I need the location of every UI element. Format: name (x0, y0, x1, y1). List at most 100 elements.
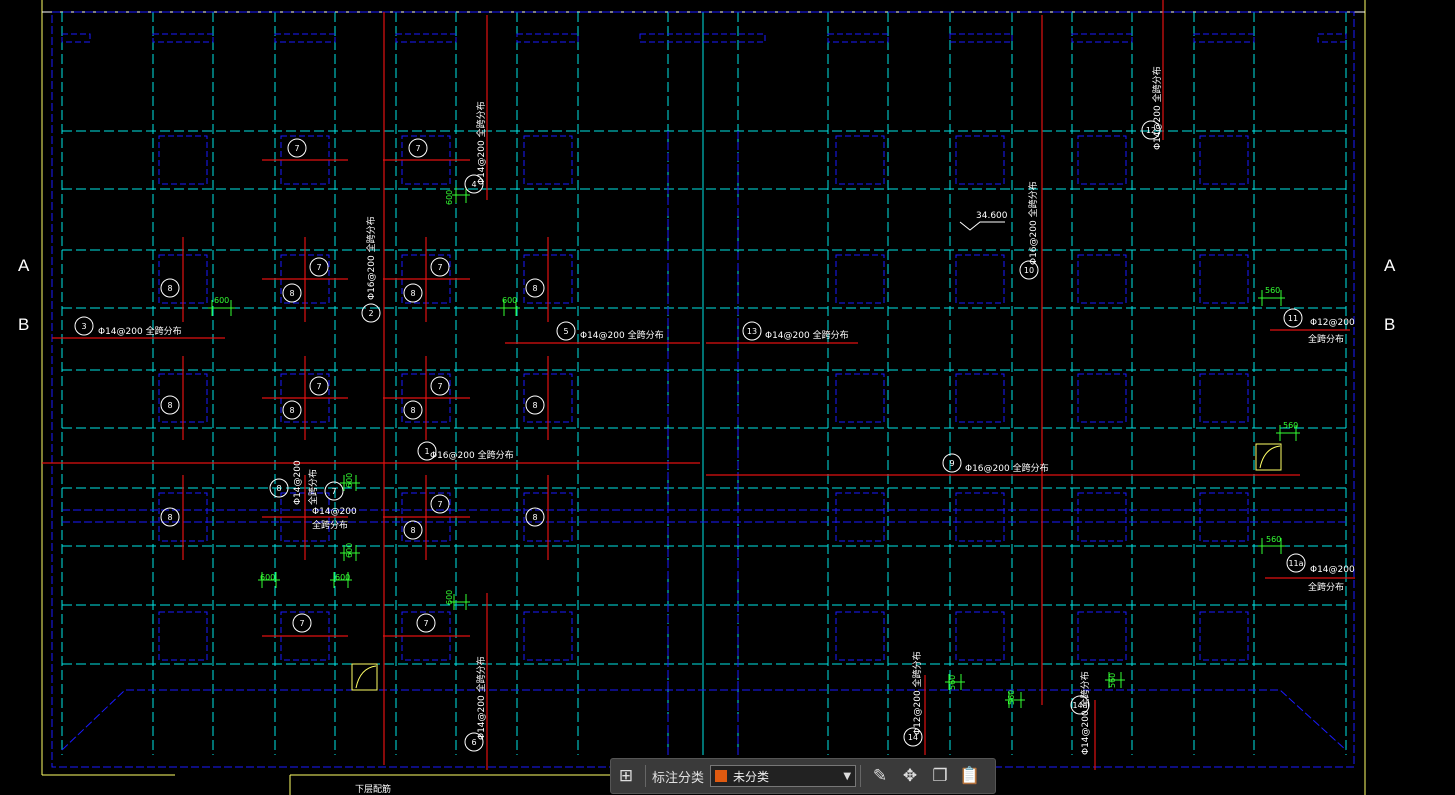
rebar-note-6: Φ14@200 全跨分布 (475, 656, 487, 740)
cad-drawing-canvas[interactable]: 7 77 77 7777 788 8888 8888881234569101111a1213… (0, 0, 1455, 795)
rebar-note-1: Φ16@200 全跨分布 (430, 449, 514, 461)
beam-cap (1071, 33, 1133, 43)
marker-label: 8 (532, 513, 537, 522)
column-pad (1199, 135, 1249, 185)
marker-label: 8 (289, 289, 294, 298)
column-pad (1199, 254, 1249, 304)
grid-icon[interactable]: ⊞ (611, 762, 641, 790)
rebar-note-2: Φ16@200 全跨分布 (365, 216, 377, 300)
rebar-note-small-c: Φ14@200 (312, 507, 357, 517)
section-label-b-left: B (18, 315, 30, 334)
beam-cap (516, 33, 579, 43)
rebar-markers: 7 77 77 7777 788 8888 8888881234569101111a1213… (74, 120, 1306, 752)
marker-label: 8 (532, 284, 537, 293)
marker-label: 7 (299, 619, 304, 628)
rebar-note-14a: Φ14@200 全跨分布 (1079, 671, 1091, 755)
column-pad (158, 611, 208, 661)
marker-label: 8 (276, 484, 281, 493)
marker-label: 7 (316, 263, 321, 272)
category-color-swatch (715, 770, 728, 782)
category-value: 未分类 (733, 769, 770, 784)
marker-label: 9 (949, 459, 954, 468)
marker-label: 7 (423, 619, 428, 628)
rebar-note-4: Φ14@200 全跨分布 (475, 101, 487, 185)
dim-560-b: 560 (1283, 421, 1298, 430)
column-pad (955, 611, 1005, 661)
marker-label: 7 (294, 144, 299, 153)
marker-label: 7 (437, 382, 442, 391)
toolbar-divider (645, 765, 646, 787)
rebar-note-12: Φ14@200 全跨分布 (1151, 66, 1163, 150)
copy-icon[interactable]: ❐ (925, 762, 955, 790)
column-pad (1077, 135, 1127, 185)
toolbar-divider (860, 765, 862, 787)
marker-label: 1 (424, 447, 429, 456)
column-pad (523, 135, 573, 185)
beam-cap (949, 33, 1013, 43)
column-pad (1199, 492, 1249, 542)
column-pad (1077, 373, 1127, 423)
rebar-note-10: Φ16@200 全跨分布 (1027, 181, 1039, 265)
beam-cap (152, 33, 214, 43)
marker-label: 6 (471, 738, 476, 747)
category-select[interactable]: 未分类 ▼ (710, 765, 857, 787)
dim-600-h: 600 (445, 590, 454, 605)
move-icon[interactable]: ✥ (895, 762, 925, 790)
column-pad (835, 254, 885, 304)
column-pad (523, 611, 573, 661)
slope-outline (61, 689, 1347, 751)
rebar-note-11a-b: 全跨分布 (1308, 581, 1344, 593)
column-pad (1199, 611, 1249, 661)
marker-label: 7 (415, 144, 420, 153)
beam-cap (395, 33, 457, 43)
edit-icon[interactable]: ✎ (865, 762, 895, 790)
marker-label: 7 (437, 500, 442, 509)
marker-label: 11a (1288, 559, 1303, 568)
column-pad (955, 254, 1005, 304)
column-pad (835, 611, 885, 661)
elevation-mark: 34.600 (959, 211, 1008, 231)
elevation-text: 34.600 (976, 211, 1008, 221)
marker-label: 10 (1024, 266, 1034, 275)
dim-560-d: 560 (948, 675, 957, 690)
beam-cap (1193, 33, 1255, 43)
rebar-note-14: Φ12@200 全跨分布 (911, 651, 923, 735)
column-pad (1077, 611, 1127, 661)
corner-symbol-b (1255, 443, 1282, 471)
dim-600-g: 600 (345, 543, 354, 558)
rebar-note-13: Φ14@200 全跨分布 (765, 329, 849, 341)
column-pad (955, 373, 1005, 423)
rebar-note-11-a: Φ12@200 (1310, 318, 1355, 328)
column-pad (835, 373, 885, 423)
dim-600-b: 600 (502, 296, 517, 305)
column-pad (158, 135, 208, 185)
corner-symbol-a (351, 663, 378, 691)
dim-600-c: 600 (260, 573, 275, 582)
column-pad (955, 492, 1005, 542)
marker-label: 8 (167, 284, 172, 293)
marker-label: 8 (410, 289, 415, 298)
marker-label: 7 (331, 487, 336, 496)
rebar-note-11-b: 全跨分布 (1308, 333, 1344, 345)
column-pad (1077, 254, 1127, 304)
column-pad (1077, 492, 1127, 542)
dim-600-f: 600 (345, 473, 354, 488)
dim-600-d: 600 (335, 573, 350, 582)
rebar-note-9: Φ16@200 全跨分布 (965, 462, 1049, 474)
marker-label: 11 (1288, 314, 1298, 323)
marker-label: 4 (471, 180, 476, 189)
dim-560-c: 560 (1266, 535, 1281, 544)
chevron-down-icon: ▼ (843, 770, 852, 782)
rebar-note-small-a: Φ14@200 (293, 460, 303, 505)
marker-label: 7 (437, 263, 442, 272)
beam-cap (1317, 33, 1347, 43)
column-pad (955, 135, 1005, 185)
rebar-note-11a-a: Φ14@200 (1310, 565, 1355, 575)
dim-560-a: 560 (1265, 286, 1280, 295)
marker-label: 7 (316, 382, 321, 391)
category-label: 标注分类 (652, 769, 705, 785)
paste-icon[interactable]: 📋 (955, 762, 985, 790)
column-pad (835, 492, 885, 542)
marker-label: 8 (410, 526, 415, 535)
dim-560-e: 560 (1007, 690, 1016, 705)
